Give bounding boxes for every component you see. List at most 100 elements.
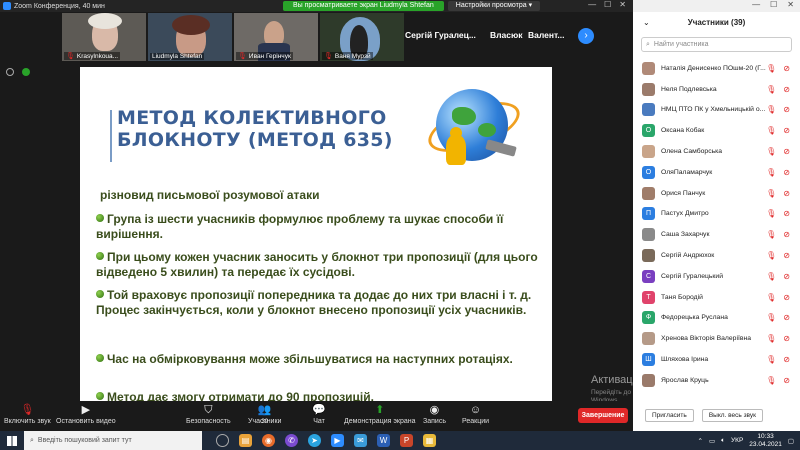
participant-name: Пастух Дмитро <box>661 210 709 218</box>
window-title: Zoom Конференция, 40 мин <box>14 2 105 10</box>
avatar <box>642 82 655 96</box>
telegram-icon[interactable]: ➤ <box>308 434 321 447</box>
participant-row[interactable]: Ф Федорецька Руслана 🎙︎ ⊘ <box>633 308 800 329</box>
system-tray: ⌃ ▭ 🔈︎ УКР 10:33 23.04.2021 ▢ <box>698 431 794 450</box>
word-icon[interactable]: W <box>377 434 390 447</box>
close-icon[interactable]: ✕ <box>787 0 794 12</box>
avatar: Т <box>642 290 655 304</box>
invite-button[interactable]: Пригласить <box>645 408 694 422</box>
participant-row[interactable]: Саша Захарчук 🎙︎ ⊘ <box>633 224 800 245</box>
meeting-status-icons <box>6 68 30 76</box>
avatar: О <box>642 124 655 138</box>
participant-status-icons: 🎙︎ ⊘ <box>766 64 790 73</box>
mic-muted-icon: 🎙︎ <box>238 53 247 60</box>
security-button[interactable]: ⛉ Безопасность <box>186 404 231 425</box>
file-explorer-icon[interactable]: ▤ <box>239 434 252 447</box>
participant-row[interactable]: Орися Панчук 🎙︎ ⊘ <box>633 183 800 204</box>
video-thumbnail[interactable]: 🎙︎ Ваня Мурзй <box>320 13 404 61</box>
participants-panel: — ☐ ✕ ⌄ Участники (39) ⌕ Найти участника… <box>633 0 800 431</box>
stop-video-button[interactable]: ▶ Остановить видео <box>56 404 116 425</box>
participant-row[interactable]: Ярослав Круць 🎙︎ ⊘ <box>633 370 800 391</box>
video-off-icon: ⊘ <box>783 147 790 157</box>
participant-status-icons: 🎙︎ ⊘ <box>766 293 790 302</box>
participant-name: ОляПаламарчук <box>661 168 713 176</box>
thumbnail-label: 🎙︎ Ваня Мурзй <box>322 52 373 60</box>
participant-search-input[interactable]: ⌕ Найти участника <box>641 37 792 52</box>
taskbar-apps: ▤ ◉ ✆ ➤ ▶ ✉ W P ▦ <box>216 434 436 447</box>
participant-status-icons: 🎙︎ ⊘ <box>766 251 790 260</box>
record-button[interactable]: ◉ Запись <box>423 404 446 425</box>
zoom-icon[interactable]: ▶ <box>331 434 344 447</box>
participant-name-tile[interactable]: Валент... <box>528 30 565 40</box>
participant-row[interactable]: С Сергій Гуралецький 🎙︎ ⊘ <box>633 266 800 287</box>
participant-row[interactable]: Олена Самборська 🎙︎ ⊘ <box>633 141 800 162</box>
maximize-icon[interactable]: ☐ <box>770 0 777 12</box>
participant-row[interactable]: Сергій Андрюхок 🎙︎ ⊘ <box>633 245 800 266</box>
firefox-icon[interactable]: ◉ <box>262 434 275 447</box>
title-accent-line <box>110 110 112 162</box>
folder-icon[interactable]: ▦ <box>423 434 436 447</box>
avatar: Ш <box>642 353 655 367</box>
minimize-icon[interactable]: — <box>752 0 760 12</box>
video-off-icon: ⊘ <box>783 63 790 73</box>
participant-name: Шляхова Ірина <box>661 356 709 364</box>
shield-check-icon[interactable] <box>22 68 30 76</box>
participant-row[interactable]: Наталія Денисенко ПОшм-20 (Г... 🎙︎ ⊘ <box>633 58 800 79</box>
bullet-dot-icon <box>96 354 104 362</box>
unmute-button[interactable]: 🎙︎ Включить звук <box>4 404 51 425</box>
chat-bubble-icon: 💬 <box>312 404 326 416</box>
mic-muted-icon: 🎙︎ <box>766 126 777 136</box>
viber-icon[interactable]: ✆ <box>285 434 298 447</box>
participant-row[interactable]: Т Таня Бородій 🎙︎ ⊘ <box>633 287 800 308</box>
notifications-icon[interactable]: ▢ <box>788 437 794 445</box>
minimize-icon[interactable]: — <box>588 0 596 9</box>
chevron-down-icon[interactable]: ⌄ <box>643 12 650 34</box>
tray-expand-icon[interactable]: ⌃ <box>698 437 703 445</box>
taskbar-search-input[interactable]: ⌕ Введіть пошуковий запит тут <box>24 431 202 450</box>
start-button[interactable] <box>0 431 24 450</box>
chat-button[interactable]: 💬 Чат <box>312 404 326 425</box>
mail-icon[interactable]: ✉ <box>354 434 367 447</box>
participant-name-tile[interactable]: Власюк <box>490 30 523 40</box>
view-settings-button[interactable]: Настройки просмотра ▾ <box>447 1 541 11</box>
video-thumbnail[interactable]: Liudmyla Shtefan <box>148 13 232 61</box>
video-thumbnail[interactable]: 🎙︎ Krasylnkoua... <box>62 13 146 61</box>
language-indicator[interactable]: УКР <box>731 437 743 444</box>
mute-all-button[interactable]: Выкл. весь звук <box>701 408 763 422</box>
info-icon[interactable] <box>6 68 14 76</box>
participants-list: Наталія Денисенко ПОшм-20 (Г... 🎙︎ ⊘ Неля П… <box>633 58 800 391</box>
video-off-icon: ⊘ <box>783 251 790 261</box>
video-off-icon: ⊘ <box>783 271 790 281</box>
share-screen-button[interactable]: ⬆ Демонстрация экрана <box>344 404 416 425</box>
reactions-button[interactable]: ☺ Реакции <box>462 404 489 425</box>
network-icon[interactable]: ▭ <box>709 437 715 445</box>
powerpoint-icon[interactable]: P <box>400 434 413 447</box>
participant-row[interactable]: НМЦ ПТО ПК у Хмельницькій о... 🎙︎ ⊘ <box>633 100 800 121</box>
participant-row[interactable]: О Оксана Кобак 🎙︎ ⊘ <box>633 120 800 141</box>
next-page-arrow-icon[interactable]: › <box>578 28 594 44</box>
participant-status-icons: 🎙︎ ⊘ <box>766 272 790 281</box>
task-view-icon[interactable] <box>216 434 229 447</box>
video-off-icon: ⊘ <box>783 230 790 240</box>
mic-muted-icon: 🎙︎ <box>20 404 35 416</box>
participant-row[interactable]: Неля Подлевська 🎙︎ ⊘ <box>633 79 800 100</box>
participant-row[interactable]: Ш Шляхова Ірина 🎙︎ ⊘ <box>633 349 800 370</box>
participant-row[interactable]: О ОляПаламарчук 🎙︎ ⊘ <box>633 162 800 183</box>
participant-row[interactable]: П Пастух Дмитро 🎙︎ ⊘ <box>633 204 800 225</box>
participant-status-icons: 🎙︎ ⊘ <box>766 126 790 135</box>
participants-button[interactable]: 👥39 Участники <box>248 404 281 425</box>
close-icon[interactable]: ✕ <box>619 0 626 9</box>
participant-name-tile[interactable]: Сергій Гуралец... <box>405 30 476 40</box>
avatar <box>642 61 655 75</box>
slide-bullet: Той враховує пропозиції попередника та д… <box>96 288 532 317</box>
share-screen-icon: ⬆ <box>375 404 385 416</box>
end-meeting-button[interactable]: Завершение <box>578 408 628 423</box>
clock[interactable]: 10:33 23.04.2021 <box>749 433 782 449</box>
video-off-icon: ⊘ <box>783 375 790 385</box>
video-thumbnail[interactable]: 🎙︎ Иван Герінчук <box>234 13 318 61</box>
volume-icon[interactable]: 🔈︎ <box>721 437 725 445</box>
avatar: П <box>642 207 655 221</box>
maximize-icon[interactable]: ☐ <box>604 0 611 9</box>
avatar: Ф <box>642 311 655 325</box>
participant-row[interactable]: Хренова Вікторія Валеріївна 🎙︎ ⊘ <box>633 328 800 349</box>
